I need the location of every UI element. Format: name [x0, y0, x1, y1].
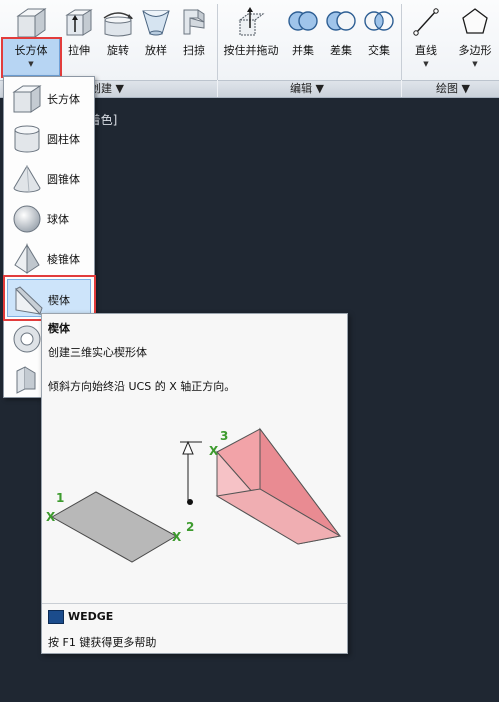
sweep-icon — [183, 9, 205, 35]
edit-panel-bar[interactable]: 编辑 ▼ — [218, 80, 401, 97]
line-tool-label: 直线 — [415, 44, 437, 57]
menu-item-label: 球体 — [47, 213, 69, 226]
command-icon — [48, 610, 64, 624]
x-mark: X — [46, 510, 56, 524]
tooltip-help: 按 F1 键获得更多帮助 — [48, 636, 157, 649]
union-tool-button[interactable]: 并集 — [285, 0, 321, 80]
sweep-tool-label: 扫掠 — [183, 44, 205, 57]
line-icon — [413, 8, 439, 36]
sphere-icon — [13, 205, 41, 233]
menu-item-cylinder[interactable]: 圆柱体 — [7, 119, 91, 157]
point-label-3: 3 — [220, 429, 228, 443]
edit-panel-title[interactable]: 编辑 ▼ — [290, 81, 324, 97]
subtract-icon — [326, 11, 356, 31]
tooltip-description: 创建三维实心楔形体 — [48, 346, 147, 359]
union-icon — [288, 11, 318, 31]
box-button-red-highlight — [1, 37, 62, 78]
polygon-dropdown-arrow[interactable]: ▼ — [452, 60, 498, 68]
intersect-icon — [364, 11, 394, 31]
polygon-icon — [462, 8, 488, 34]
presspull-tool-button[interactable]: 按住并拖动 — [219, 0, 283, 80]
polygon-tool-button[interactable]: 多边形 ▼ — [452, 0, 498, 80]
wedge-illustration: 1 X 2 X 3 X — [46, 427, 342, 563]
revolve-icon — [103, 12, 133, 37]
height-point — [187, 499, 193, 505]
cylinder-icon — [14, 125, 40, 153]
extrude-tool-label: 拉伸 — [68, 44, 90, 57]
tooltip-detail: 倾斜方向始终沿 UCS 的 X 轴正方向。 — [48, 380, 236, 393]
presspull-icon — [238, 7, 265, 36]
loft-tool-label: 放样 — [145, 44, 167, 57]
x-mark: X — [172, 530, 182, 544]
point-label-2: 2 — [186, 520, 194, 534]
torus-icon — [13, 325, 41, 353]
separator — [217, 4, 218, 80]
cone-icon — [13, 165, 41, 193]
polysolid-icon — [16, 366, 36, 394]
line-dropdown-arrow[interactable]: ▼ — [405, 60, 447, 68]
base-rectangle — [50, 491, 178, 563]
presspull-tool-label: 按住并拖动 — [223, 44, 279, 57]
box-icon — [12, 85, 42, 113]
point-label-1: 1 — [56, 491, 64, 505]
subtract-tool-button[interactable]: 差集 — [323, 0, 359, 80]
revolve-tool-label: 旋转 — [107, 44, 129, 57]
line-tool-button[interactable]: 直线 ▼ — [405, 0, 447, 80]
menu-item-label: 圆柱体 — [47, 133, 80, 146]
draw-panel-title[interactable]: 绘图 ▼ — [436, 81, 470, 97]
polygon-tool-label: 多边形 — [458, 44, 492, 57]
loft-tool-button[interactable]: 放样 — [139, 0, 173, 80]
pyramid-icon — [14, 243, 40, 274]
intersect-tool-label: 交集 — [368, 44, 390, 57]
menu-item-cone[interactable]: 圆锥体 — [7, 159, 91, 197]
wedge-tooltip: 楔体 创建三维实心楔形体 倾斜方向始终沿 UCS 的 X 轴正方向。 1 X 2… — [41, 313, 348, 654]
box-icon — [16, 8, 47, 38]
draw-panel-bar[interactable]: 绘图 ▼ — [402, 80, 499, 97]
menu-item-label: 圆锥体 — [47, 173, 80, 186]
sweep-tool-button[interactable]: 扫掠 — [176, 0, 212, 80]
revolve-tool-button[interactable]: 旋转 — [99, 0, 137, 80]
tooltip-footer-divider — [42, 603, 347, 604]
menu-item-sphere[interactable]: 球体 — [7, 199, 91, 237]
extrude-tool-button[interactable]: 拉伸 — [62, 0, 96, 80]
height-arrow-head — [182, 440, 194, 455]
menu-item-box[interactable]: 长方体 — [7, 79, 91, 117]
union-tool-label: 并集 — [292, 44, 314, 57]
tooltip-command: WEDGE — [68, 610, 114, 623]
menu-item-label: 棱锥体 — [47, 253, 80, 266]
menu-item-pyramid[interactable]: 棱锥体 — [7, 239, 91, 277]
subtract-tool-label: 差集 — [330, 44, 352, 57]
tooltip-title: 楔体 — [48, 322, 70, 335]
create-panel-title[interactable]: 创建 ▼ — [90, 81, 124, 97]
x-mark: X — [209, 444, 219, 458]
loft-icon — [142, 10, 170, 36]
menu-item-label: 长方体 — [47, 93, 80, 106]
extrude-icon — [65, 9, 93, 36]
intersect-tool-button[interactable]: 交集 — [361, 0, 397, 80]
separator — [401, 4, 402, 80]
